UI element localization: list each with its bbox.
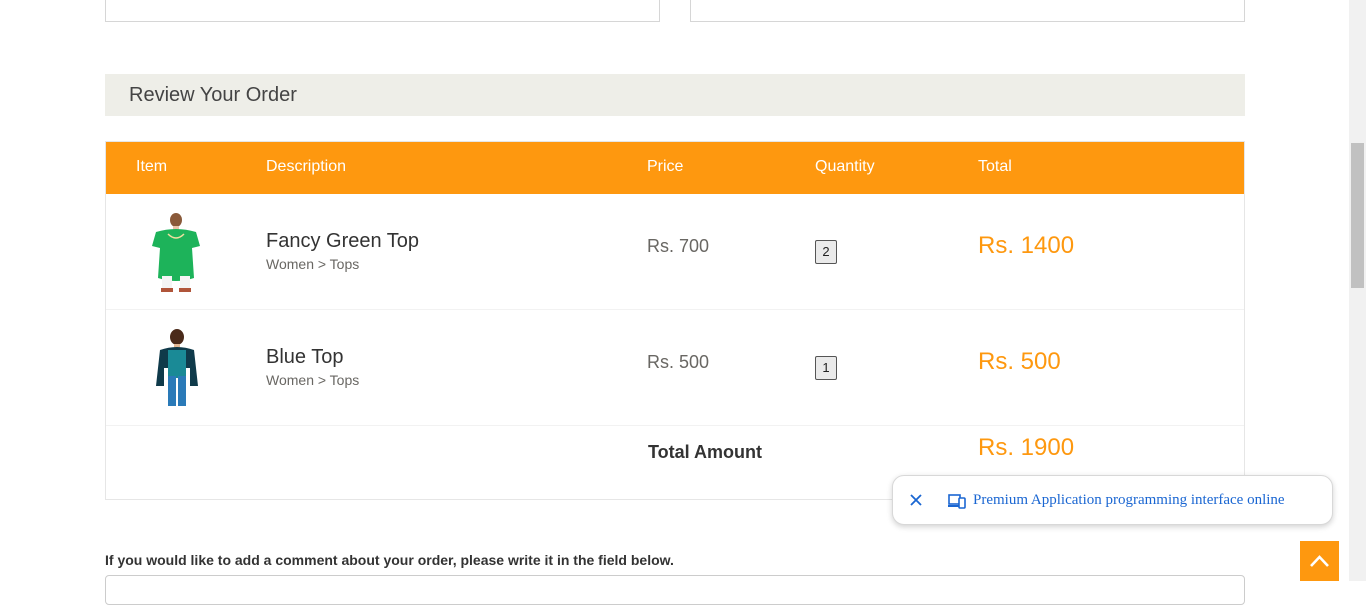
product-image-blue-top[interactable] bbox=[146, 328, 206, 410]
product-image-green-top[interactable] bbox=[146, 212, 206, 294]
col-price: Price bbox=[647, 158, 684, 175]
comment-label: If you would like to add a comment about… bbox=[105, 552, 674, 568]
scroll-to-top-button[interactable] bbox=[1300, 541, 1339, 581]
page-scrollbar[interactable] bbox=[1349, 0, 1366, 581]
row-total: Rs. 1400 bbox=[978, 232, 1075, 259]
review-order-title: Review Your Order bbox=[129, 84, 297, 106]
cart-table-header: Item Description Price Quantity Total bbox=[106, 142, 1244, 194]
col-description: Description bbox=[266, 158, 347, 175]
product-name[interactable]: Fancy Green Top bbox=[266, 230, 419, 253]
delivery-address-box: 0046072320 bbox=[105, 0, 660, 22]
close-icon[interactable] bbox=[909, 493, 923, 507]
billing-address-box: 0046072320 bbox=[690, 0, 1245, 22]
table-row: Fancy Green Top Women > Tops Rs. 700 2 R… bbox=[106, 194, 1244, 310]
quantity-value: 1 bbox=[815, 356, 837, 380]
devices-icon bbox=[948, 494, 966, 509]
product-price: Rs. 500 bbox=[647, 352, 710, 372]
chevron-up-icon bbox=[1310, 555, 1329, 567]
notification-toast: Premium Application programming interfac… bbox=[892, 475, 1333, 525]
col-total: Total bbox=[978, 158, 1012, 175]
toast-message[interactable]: Premium Application programming interfac… bbox=[973, 492, 1285, 509]
product-category: Women > Tops bbox=[266, 256, 360, 272]
total-amount-label: Total Amount bbox=[648, 442, 762, 462]
total-amount-value: Rs. 1900 bbox=[978, 434, 1075, 461]
review-order-header: Review Your Order bbox=[105, 74, 1245, 116]
scrollbar-thumb[interactable] bbox=[1351, 143, 1364, 288]
quantity-value: 2 bbox=[815, 240, 837, 264]
product-category: Women > Tops bbox=[266, 372, 360, 388]
cart-table: Item Description Price Quantity Total Fa… bbox=[105, 141, 1245, 500]
product-price: Rs. 700 bbox=[647, 236, 710, 256]
col-quantity: Quantity bbox=[815, 158, 875, 175]
comment-textarea[interactable] bbox=[105, 575, 1245, 605]
table-row: Blue Top Women > Tops Rs. 500 1 Rs. 500 bbox=[106, 310, 1244, 426]
product-name[interactable]: Blue Top bbox=[266, 346, 343, 369]
row-total: Rs. 500 bbox=[978, 348, 1061, 375]
col-item: Item bbox=[136, 158, 168, 175]
